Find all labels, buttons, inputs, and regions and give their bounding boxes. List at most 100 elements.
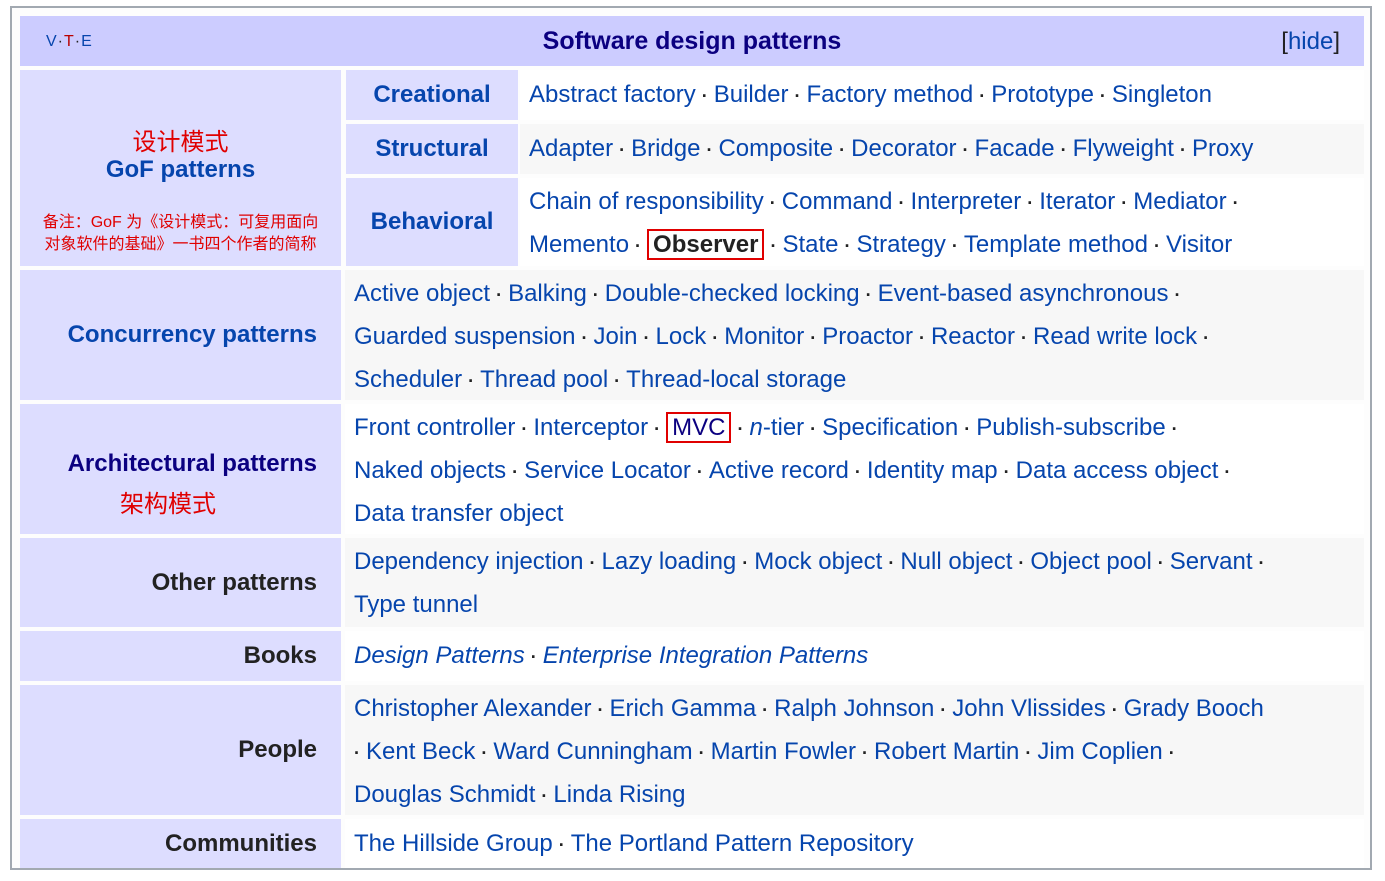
link-john-vlissides[interactable]: John Vlissides [952,695,1105,722]
structural-label[interactable]: Structural [375,135,488,162]
link-mediator[interactable]: Mediator [1133,188,1226,215]
link-thread-pool[interactable]: Thread pool [480,366,608,393]
link-flyweight[interactable]: Flyweight [1073,135,1174,162]
gof-label[interactable]: GoF patterns [20,156,341,184]
link-martin-fowler[interactable]: Martin Fowler [711,738,856,765]
link-visitor[interactable]: Visitor [1166,231,1232,258]
separator: · [810,328,817,348]
link-linda-rising[interactable]: Linda Rising [553,781,685,808]
link-event-based-asynchronous[interactable]: Event-based asynchronous [878,280,1169,307]
link-identity-map[interactable]: Identity map [867,457,998,484]
link-composite[interactable]: Composite [718,135,833,162]
link-data-transfer-object[interactable]: Data transfer object [354,500,563,527]
link-grady-booch[interactable]: Grady Booch [1124,695,1264,722]
link-bridge[interactable]: Bridge [631,135,700,162]
link-robert-martin[interactable]: Robert Martin [874,738,1019,765]
separator: · [844,236,851,256]
link-prototype[interactable]: Prototype [991,81,1094,108]
concurrency-label[interactable]: Concurrency patterns [68,321,317,348]
link-service-locator[interactable]: Service Locator [524,457,691,484]
link-front-controller[interactable]: Front controller [354,414,515,441]
link-double-checked-locking[interactable]: Double-checked locking [605,280,860,307]
link-servant[interactable]: Servant [1170,548,1253,575]
link-naked-objects[interactable]: Naked objects [354,457,506,484]
link-join[interactable]: Join [593,323,637,350]
link-kent-beck[interactable]: Kent Beck [366,738,475,765]
enterprise-integration-patterns-title: Enterprise Integration Patterns [542,642,869,669]
link-strategy[interactable]: Strategy [857,231,946,258]
link-interpreter[interactable]: Interpreter [911,188,1022,215]
link-object-pool[interactable]: Object pool [1030,548,1151,575]
architectural-line-2: Naked objects · Service Locator · Active rec… [354,450,1354,493]
link-n-tier[interactable]: n-tier [749,414,804,441]
link-facade[interactable]: Facade [975,135,1055,162]
separator: · [794,86,801,106]
link-chain-of-responsibility[interactable]: Chain of responsibility [529,188,764,215]
separator: · [712,328,719,348]
link-interceptor[interactable]: Interceptor [533,414,648,441]
link-ward-cunningham[interactable]: Ward Cunningham [493,738,692,765]
separator: · [1258,553,1265,573]
link-state[interactable]: State [782,231,838,258]
link-ralph-johnson[interactable]: Ralph Johnson [774,695,934,722]
link-design-patterns-book[interactable]: Design Patterns [354,642,525,669]
separator: · [1154,236,1160,256]
communities-list: The Hillside Group · The Portland Pattern … [345,819,1364,868]
n-tier-italic: n [749,414,763,441]
link-hillside-group[interactable]: The Hillside Group [354,830,553,857]
link-decorator[interactable]: Decorator [851,135,956,162]
link-jim-coplien[interactable]: Jim Coplien [1037,738,1162,765]
link-specification[interactable]: Specification [822,414,958,441]
link-portland-pattern-repository[interactable]: The Portland Pattern Repository [571,830,914,857]
link-factory-method[interactable]: Factory method [806,81,973,108]
link-template-method[interactable]: Template method [964,231,1148,258]
architectural-cn-label: 架构模式 [120,491,216,518]
link-builder[interactable]: Builder [714,81,789,108]
group-communities: Communities [20,819,341,868]
link-scheduler[interactable]: Scheduler [354,366,462,393]
separator: · [1121,193,1128,213]
link-mvc[interactable]: MVC [672,414,725,441]
link-active-record[interactable]: Active record [709,457,849,484]
creational-label[interactable]: Creational [373,81,490,108]
link-thread-local-storage[interactable]: Thread-local storage [626,366,846,393]
link-guarded-suspension[interactable]: Guarded suspension [354,323,575,350]
link-memento[interactable]: Memento [529,231,629,258]
link-christopher-alexander[interactable]: Christopher Alexander [354,695,591,722]
link-lazy-loading[interactable]: Lazy loading [602,548,737,575]
link-iterator[interactable]: Iterator [1039,188,1115,215]
hide-toggle[interactable]: [hide] [1281,28,1340,56]
link-dependency-injection[interactable]: Dependency injection [354,548,584,575]
link-balking[interactable]: Balking [508,280,587,307]
link-data-access-object[interactable]: Data access object [1016,457,1219,484]
navbox-title[interactable]: Software design patterns [20,27,1364,56]
link-publish-subscribe[interactable]: Publish-subscribe [976,414,1165,441]
design-patterns-title: Design Patterns [354,642,525,669]
link-read-write-lock[interactable]: Read write lock [1033,323,1197,350]
subgroup-structural: Structural [346,124,518,174]
hide-link[interactable]: hide [1288,28,1333,55]
link-reactor[interactable]: Reactor [931,323,1015,350]
link-abstract-factory[interactable]: Abstract factory [529,81,696,108]
group-gof: 设计模式 GoF patterns 备注：GoF 为《设计模式：可复用面向 对象… [20,70,341,266]
people-line-1: Christopher Alexander · Erich Gamma · Ralph … [354,688,1354,731]
link-adapter[interactable]: Adapter [529,135,613,162]
behavioral-label[interactable]: Behavioral [371,208,494,235]
link-type-tunnel[interactable]: Type tunnel [354,591,478,618]
link-singleton[interactable]: Singleton [1112,81,1212,108]
link-command[interactable]: Command [782,188,893,215]
link-null-object[interactable]: Null object [900,548,1012,575]
link-erich-gamma[interactable]: Erich Gamma [609,695,756,722]
link-active-object[interactable]: Active object [354,280,490,307]
other-line-1: Dependency injection · Lazy loading · Mock o… [354,541,1354,584]
link-monitor[interactable]: Monitor [724,323,804,350]
architectural-label[interactable]: Architectural patterns [68,450,317,478]
link-observer[interactable]: Observer [653,231,758,258]
link-enterprise-integration-patterns-book[interactable]: Enterprise Integration Patterns [543,642,869,669]
separator: · [1025,743,1032,763]
link-mock-object[interactable]: Mock object [754,548,882,575]
link-proactor[interactable]: Proactor [822,323,913,350]
link-lock[interactable]: Lock [656,323,707,350]
link-proxy[interactable]: Proxy [1192,135,1253,162]
link-douglas-schmidt[interactable]: Douglas Schmidt [354,781,535,808]
